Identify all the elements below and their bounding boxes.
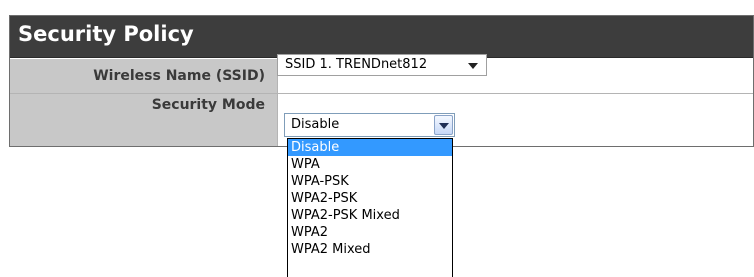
security-mode-options: Disable WPA WPA-PSK WPA2-PSK WPA2-PSK Mi… [287, 138, 453, 277]
chevron-down-icon [439, 123, 449, 129]
option-disable[interactable]: Disable [288, 139, 452, 156]
option-wpa2-psk[interactable]: WPA2-PSK [288, 190, 452, 207]
ssid-label: Wireless Name (SSID) [93, 68, 265, 84]
option-wpa[interactable]: WPA [288, 156, 452, 173]
security-mode-label: Security Mode [151, 97, 265, 113]
option-wpa2-psk-mixed[interactable]: WPA2-PSK Mixed [288, 207, 452, 224]
panel-title: Security Policy [18, 22, 194, 46]
ssid-select[interactable]: SSID 1. TRENDnet812 [277, 54, 487, 76]
ssid-select-value: SSID 1. TRENDnet812 [285, 57, 428, 72]
option-wpa2[interactable]: WPA2 [288, 224, 452, 241]
panel-header: Security Policy [10, 16, 753, 58]
security-mode-label-cell: Security Mode [10, 94, 278, 146]
dropdown-button[interactable] [434, 115, 453, 135]
ssid-label-cell: Wireless Name (SSID) [10, 59, 278, 93]
page: Security Policy Wireless Name (SSID) Sec… [0, 0, 754, 277]
security-mode-select-value: Disable [291, 117, 340, 132]
option-wpa2-mixed[interactable]: WPA2 Mixed [288, 241, 452, 258]
chevron-down-icon [468, 63, 478, 69]
security-mode-select[interactable]: Disable [284, 113, 455, 137]
option-wpa-psk[interactable]: WPA-PSK [288, 173, 452, 190]
